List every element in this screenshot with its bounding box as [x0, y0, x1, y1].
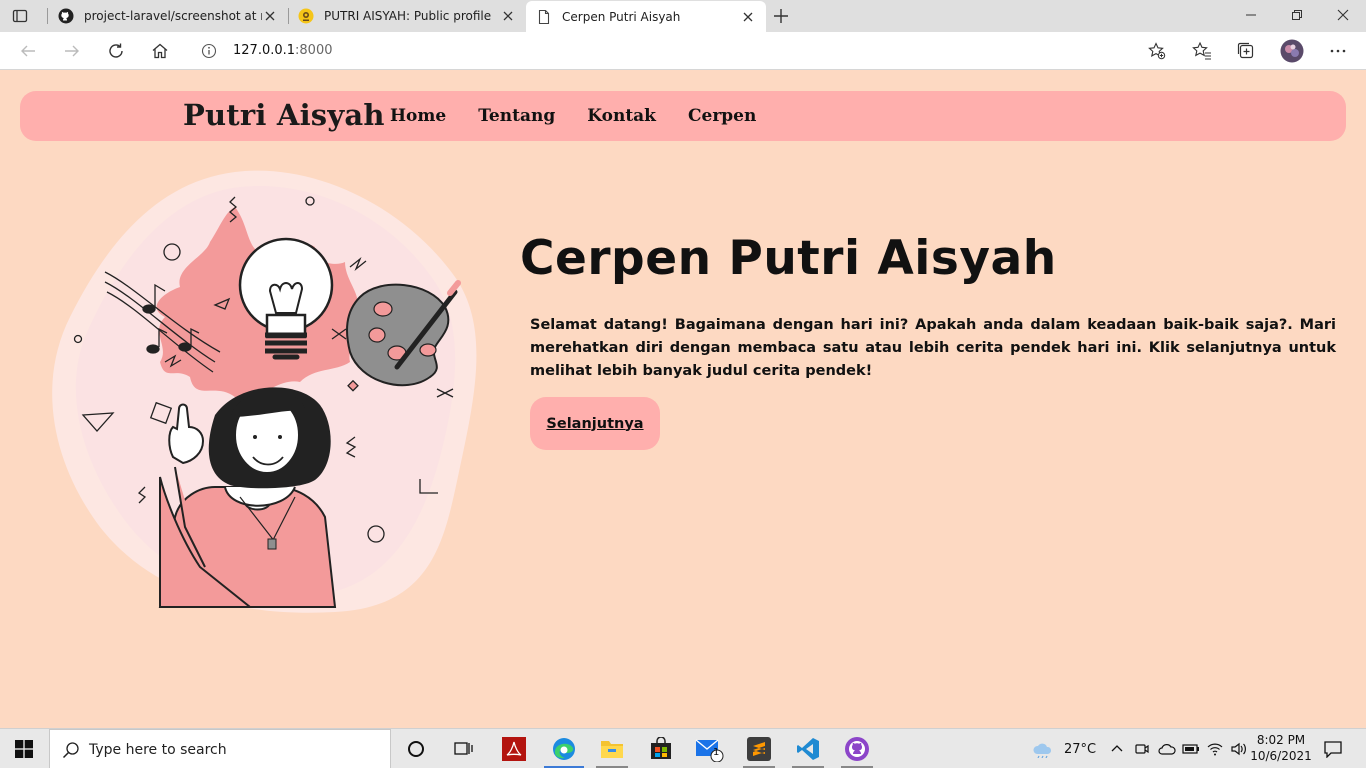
hero-illustration	[52, 170, 477, 613]
battery-icon[interactable]	[1182, 742, 1200, 756]
start-button[interactable]	[0, 729, 48, 768]
profile-icon	[298, 8, 314, 24]
close-window-button[interactable]	[1320, 0, 1366, 30]
tab-title: Cerpen Putri Aisyah	[562, 9, 681, 24]
weather-widget[interactable]: 27°C	[1032, 729, 1096, 768]
close-tab-icon[interactable]	[500, 8, 516, 24]
notifications-button[interactable]	[1312, 729, 1354, 768]
windows-logo-icon	[15, 740, 33, 758]
browser-toolbar: 127.0.0.1:8000	[0, 32, 1366, 70]
onedrive-icon[interactable]	[1158, 742, 1176, 756]
favorites-button[interactable]	[1192, 41, 1212, 61]
next-button[interactable]: Selanjutnya	[530, 397, 660, 450]
url-port: :8000	[295, 43, 333, 58]
taskbar-search[interactable]: Type here to search	[49, 729, 391, 768]
clock-time: 8:02 PM	[1256, 733, 1306, 747]
temperature-text: 27°C	[1064, 741, 1097, 757]
tab-separator	[288, 8, 289, 24]
search-icon	[62, 742, 79, 759]
url-host: 127.0.0.1	[233, 43, 296, 58]
tab-actions-icon[interactable]	[12, 8, 28, 24]
browser-tab-strip: project-laravel/screenshot at main PUTRI…	[0, 0, 1366, 32]
new-tab-icon[interactable]	[772, 7, 790, 25]
nav-link-tentang[interactable]: Tentang	[478, 106, 555, 126]
hero-title: Cerpen Putri Aisyah	[520, 231, 1057, 286]
store-icon[interactable]	[637, 729, 685, 768]
url-text: 127.0.0.1:8000	[233, 43, 333, 58]
site-menu: Home Tentang Kontak Cerpen	[390, 106, 788, 126]
refresh-button[interactable]	[106, 41, 126, 61]
browser-tab-github[interactable]: project-laravel/screenshot at main	[50, 0, 286, 32]
close-tab-icon[interactable]	[262, 8, 278, 24]
volume-icon[interactable]	[1230, 741, 1248, 757]
tab-separator	[47, 8, 48, 24]
chevron-up-icon[interactable]	[1110, 742, 1124, 756]
sublime-text-icon[interactable]	[735, 729, 783, 768]
search-placeholder: Type here to search	[89, 742, 227, 758]
site-info-icon[interactable]	[201, 43, 217, 59]
tab-title: PUTRI AISYAH: Public profile	[324, 9, 492, 23]
web-page: Putri Aisyah Home Tentang Kontak Cerpen	[0, 71, 1366, 728]
clock-date: 10/6/2021	[1250, 749, 1312, 763]
nav-link-cerpen[interactable]: Cerpen	[688, 106, 756, 126]
more-menu-icon[interactable]	[1328, 41, 1348, 61]
system-tray	[1110, 729, 1248, 768]
mail-badge: 1	[713, 747, 720, 758]
close-tab-icon[interactable]	[740, 9, 756, 25]
collections-button[interactable]	[1236, 41, 1256, 61]
browser-tab-profile[interactable]: PUTRI AISYAH: Public profile	[290, 0, 524, 32]
windows-taskbar: Type here to search 1 27°C 8:02 PM 10/6/…	[0, 728, 1366, 768]
wifi-icon[interactable]	[1206, 741, 1224, 757]
forward-button[interactable]	[62, 41, 82, 61]
pdf-reader-icon[interactable]	[490, 729, 538, 768]
woman-illustration	[158, 387, 337, 608]
site-brand[interactable]: Putri Aisyah	[183, 98, 385, 132]
add-favorite-icon[interactable]	[1148, 42, 1166, 60]
file-explorer-icon[interactable]	[588, 729, 636, 768]
task-view-button[interactable]	[440, 729, 488, 768]
meet-now-icon[interactable]	[1134, 741, 1150, 757]
site-navbar: Putri Aisyah Home Tentang Kontak Cerpen	[20, 91, 1346, 141]
back-button[interactable]	[18, 41, 38, 61]
page-icon	[538, 9, 550, 24]
github-icon	[58, 8, 74, 24]
github-desktop-icon[interactable]	[833, 729, 881, 768]
browser-tab-active[interactable]: Cerpen Putri Aisyah	[526, 1, 766, 32]
hero-description: Selamat datang! Bagaimana dengan hari in…	[530, 317, 1336, 379]
nav-link-home[interactable]: Home	[390, 106, 446, 126]
system-clock[interactable]: 8:02 PM 10/6/2021	[1250, 732, 1312, 764]
vscode-icon[interactable]	[784, 729, 832, 768]
profile-avatar[interactable]	[1280, 39, 1304, 63]
edge-browser-icon[interactable]	[540, 729, 588, 768]
weather-cloud-icon	[1033, 743, 1052, 758]
mail-icon[interactable]: 1	[686, 729, 734, 768]
minimize-button[interactable]	[1228, 0, 1274, 30]
address-bar[interactable]: 127.0.0.1:8000	[188, 36, 1174, 66]
cortana-button[interactable]	[392, 729, 440, 768]
home-button[interactable]	[150, 41, 170, 61]
restore-button[interactable]	[1274, 0, 1320, 30]
tab-title: project-laravel/screenshot at main	[84, 9, 262, 23]
nav-link-kontak[interactable]: Kontak	[587, 106, 656, 126]
